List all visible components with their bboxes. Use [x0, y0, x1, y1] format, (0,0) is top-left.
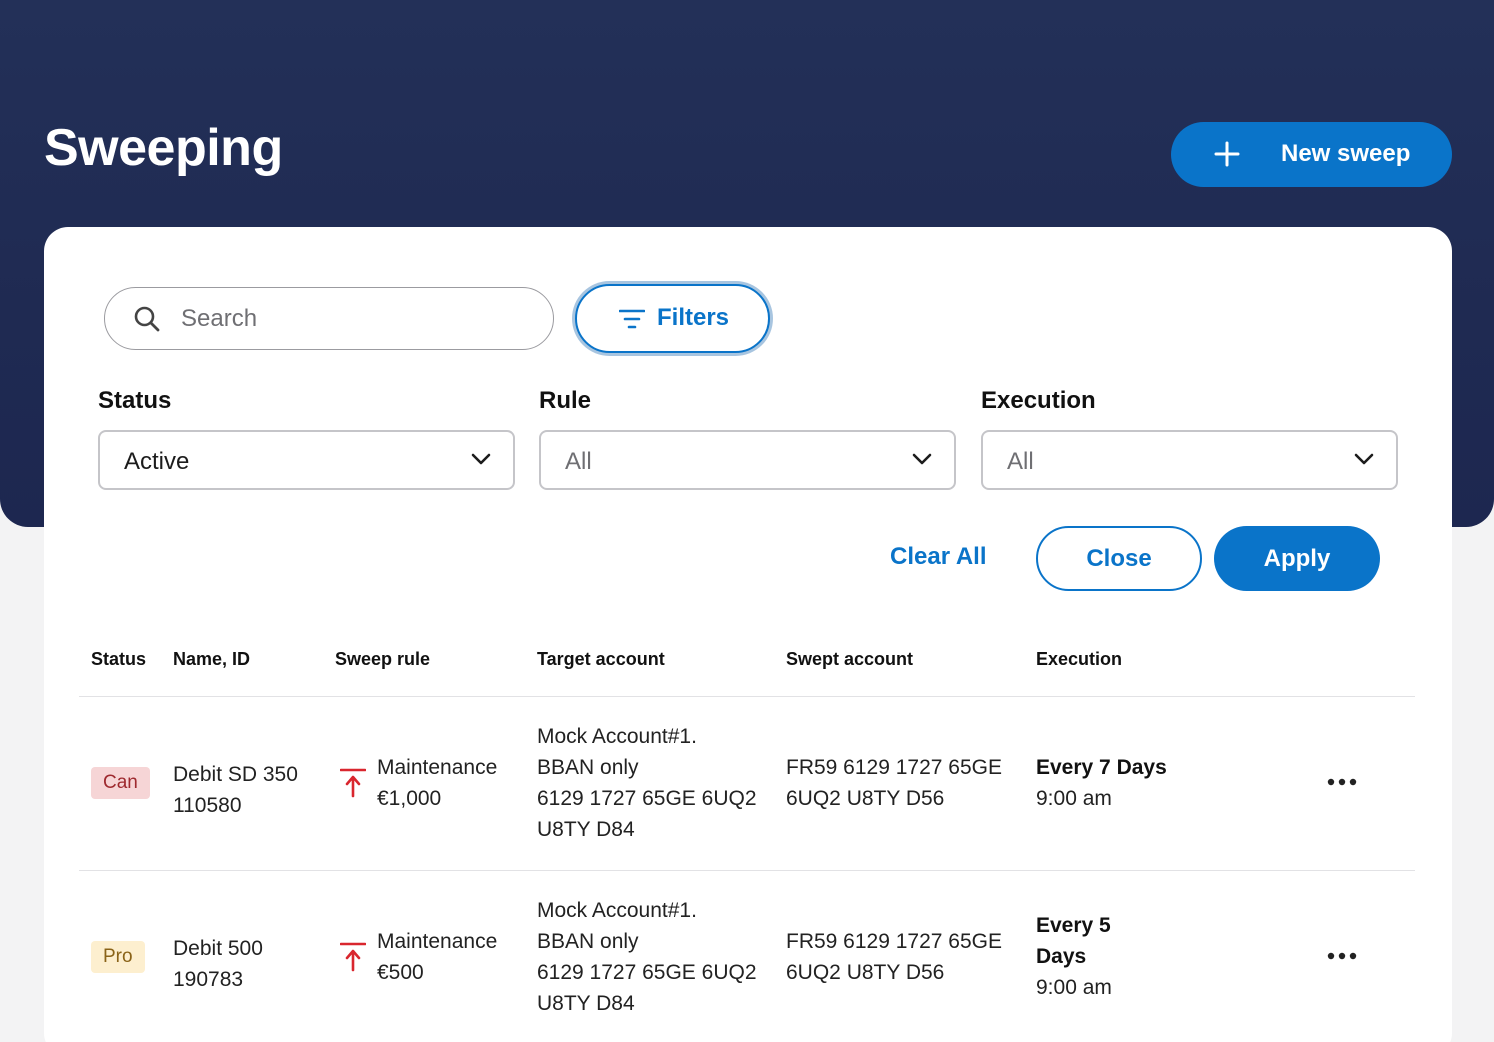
apply-button[interactable]: Apply	[1214, 526, 1380, 591]
status-badge: Pro	[91, 941, 145, 973]
status-select-value: Active	[124, 448, 190, 475]
swept-account: FR59 6129 1727 65GE 6UQ2 U8TY D56	[786, 926, 1002, 988]
new-sweep-button[interactable]: New sweep	[1171, 122, 1452, 187]
rule-amount: €500	[377, 961, 424, 984]
arrow-up-to-line-icon	[340, 768, 366, 798]
sweep-rule: Maintenance €500	[377, 926, 497, 988]
target-account: Mock Account#1. BBAN only 6129 1727 65GE…	[537, 895, 757, 1019]
rule-amount: €1,000	[377, 787, 442, 810]
target-account-line: Mock Account#1.	[537, 899, 697, 922]
target-account-line: U8TY D84	[537, 992, 635, 1015]
filters-button[interactable]: Filters	[575, 284, 770, 353]
target-account-line: BBAN only	[537, 756, 639, 779]
more-horizontal-icon[interactable]	[1327, 951, 1357, 961]
search-icon	[134, 306, 160, 332]
swept-account-line: 6UQ2 U8TY D56	[786, 961, 945, 984]
filter-icon	[619, 309, 645, 329]
rule-name: Maintenance	[377, 756, 498, 779]
sweep-name: Debit SD 350	[173, 763, 298, 786]
sweep-name: Debit 500	[173, 937, 263, 960]
sweep-name-id: Debit 500 190783	[173, 933, 263, 995]
column-header-name-id[interactable]: Name, ID	[173, 649, 250, 670]
execution-time: 9:00 am	[1036, 787, 1112, 810]
sweep-id: 110580	[173, 794, 242, 817]
close-button[interactable]: Close	[1036, 526, 1202, 591]
execution: Every 7 Days 9:00 am	[1036, 752, 1167, 814]
status-select[interactable]: Active	[98, 430, 515, 490]
sweep-id: 190783	[173, 968, 244, 991]
execution-select[interactable]: All	[981, 430, 1398, 490]
target-account-line: 6129 1727 65GE 6UQ2	[537, 961, 757, 984]
swept-account-line: 6UQ2 U8TY D56	[786, 787, 945, 810]
sweep-name-id: Debit SD 350 110580	[173, 759, 298, 821]
execution-filter-label: Execution	[981, 387, 1096, 414]
status-badge: Can	[91, 767, 150, 799]
execution-select-value: All	[1007, 448, 1034, 475]
target-account-line: BBAN only	[537, 930, 639, 953]
rule-select[interactable]: All	[539, 430, 956, 490]
table-row[interactable]: Can Debit SD 350 110580 Maintenance €1,0…	[44, 697, 1452, 870]
rule-select-value: All	[565, 448, 592, 475]
column-header-sweep-rule[interactable]: Sweep rule	[335, 649, 430, 670]
table-row[interactable]: Pro Debit 500 190783 Maintenance €500 Mo…	[44, 871, 1452, 1042]
execution-frequency: Every 5	[1036, 914, 1111, 937]
target-account-line: U8TY D84	[537, 818, 635, 841]
swept-account-line: FR59 6129 1727 65GE	[786, 756, 1002, 779]
rule-filter-label: Rule	[539, 387, 592, 414]
target-account-line: Mock Account#1.	[537, 725, 697, 748]
column-header-target-account[interactable]: Target account	[537, 649, 665, 670]
more-horizontal-icon[interactable]	[1327, 777, 1357, 787]
execution-frequency: Days	[1036, 945, 1087, 968]
new-sweep-label: New sweep	[1281, 140, 1411, 167]
search-box[interactable]	[104, 287, 554, 350]
chevron-down-icon	[471, 453, 491, 465]
sweeps-panel: Filters Status Active Rule All Execution…	[44, 227, 1452, 1042]
chevron-down-icon	[1354, 453, 1374, 465]
target-account-line: 6129 1727 65GE 6UQ2	[537, 787, 757, 810]
search-input[interactable]	[181, 300, 521, 338]
swept-account: FR59 6129 1727 65GE 6UQ2 U8TY D56	[786, 752, 1002, 814]
column-header-status[interactable]: Status	[91, 649, 146, 670]
column-header-execution[interactable]: Execution	[1036, 649, 1122, 670]
page-title: Sweeping	[44, 119, 283, 177]
plus-icon	[1214, 141, 1240, 167]
arrow-up-to-line-icon	[340, 942, 366, 972]
execution-time: 9:00 am	[1036, 976, 1112, 999]
target-account: Mock Account#1. BBAN only 6129 1727 65GE…	[537, 721, 757, 845]
column-header-swept-account[interactable]: Swept account	[786, 649, 913, 670]
sweep-rule: Maintenance €1,000	[377, 752, 497, 814]
chevron-down-icon	[912, 453, 932, 465]
execution-frequency: Every 7 Days	[1036, 756, 1167, 779]
clear-all-button[interactable]: Clear All	[890, 543, 986, 571]
execution: Every 5 Days 9:00 am	[1036, 910, 1112, 1003]
filters-button-label: Filters	[657, 304, 730, 331]
status-filter-label: Status	[98, 387, 172, 414]
rule-name: Maintenance	[377, 930, 498, 953]
swept-account-line: FR59 6129 1727 65GE	[786, 930, 1002, 953]
